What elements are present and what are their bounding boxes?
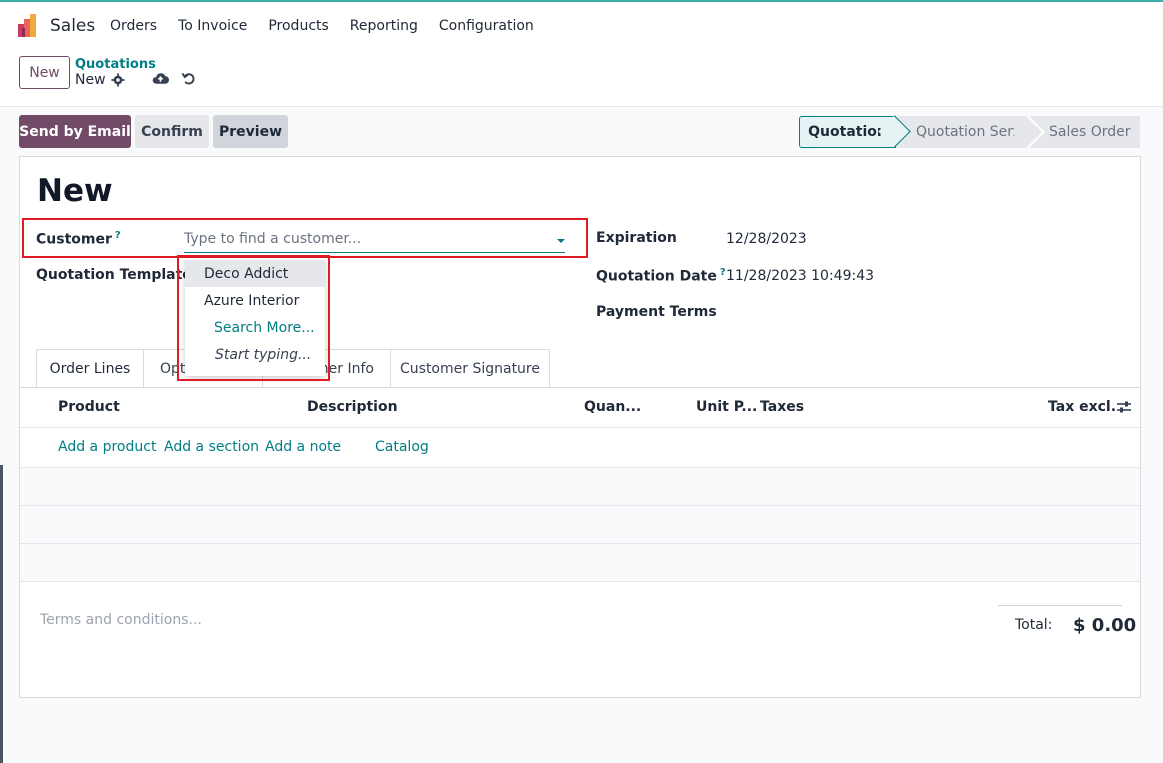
- quotation-date-help-icon[interactable]: ?: [720, 267, 726, 278]
- status-quotation-sent-label: Quotation Sent: [916, 124, 1022, 140]
- col-quantity[interactable]: Quan...: [584, 399, 641, 415]
- send-by-email-button[interactable]: Send by Email: [19, 115, 131, 148]
- quotation-date-label-text: Quotation Date: [596, 268, 717, 285]
- col-description[interactable]: Description: [307, 399, 398, 415]
- col-taxes[interactable]: Taxes: [760, 399, 804, 415]
- status-quotation-label: Quotation: [808, 124, 887, 140]
- total-value: $ 0.00: [1073, 615, 1137, 636]
- empty-row: [20, 505, 1140, 543]
- menu-reporting[interactable]: Reporting: [350, 18, 418, 34]
- col-product[interactable]: Product: [58, 399, 120, 415]
- main-menu: Orders To Invoice Products Reporting Con…: [110, 18, 555, 34]
- tab-order-lines[interactable]: Order Lines: [36, 349, 144, 388]
- dropdown-highlight: [177, 255, 330, 381]
- menu-to-invoice[interactable]: To Invoice: [178, 18, 247, 34]
- expiration-label: Expiration: [596, 230, 677, 246]
- empty-row: [20, 543, 1140, 581]
- confirm-button[interactable]: Confirm: [135, 115, 209, 148]
- app-name[interactable]: Sales: [50, 16, 95, 36]
- sales-app-logo-icon[interactable]: [18, 14, 42, 38]
- preview-button[interactable]: Preview: [213, 115, 288, 148]
- status-quotation-sent[interactable]: Quotation Sent: [896, 116, 1029, 148]
- form-sheet: New Customer? Type to find a customer...…: [19, 156, 1141, 698]
- top-navbar: Sales Orders To Invoice Products Reporti…: [0, 0, 1163, 50]
- expiration-value[interactable]: 12/28/2023: [726, 231, 807, 247]
- col-tax-excl[interactable]: Tax excl.: [1048, 399, 1116, 415]
- new-button[interactable]: New: [19, 56, 70, 89]
- menu-orders[interactable]: Orders: [110, 18, 157, 34]
- optional-columns-icon[interactable]: [1116, 400, 1132, 414]
- header-divider: [20, 427, 1140, 428]
- status-sales-order-label: Sales Order: [1049, 124, 1131, 140]
- record-title: New: [37, 173, 113, 209]
- status-bar: Quotation Quotation Sent Sales Order: [799, 116, 1140, 148]
- control-panel: New Quotations New: [0, 50, 1163, 107]
- quotation-template-label: Quotation Template: [36, 267, 192, 283]
- status-sales-order[interactable]: Sales Order: [1029, 116, 1140, 148]
- add-product-link[interactable]: Add a product: [58, 439, 156, 455]
- catalog-link[interactable]: Catalog: [375, 439, 429, 455]
- menu-configuration[interactable]: Configuration: [439, 18, 534, 34]
- total-divider: [998, 605, 1122, 606]
- table-bottom-divider: [20, 581, 1140, 582]
- add-section-link[interactable]: Add a section: [164, 439, 259, 455]
- payment-terms-label: Payment Terms: [596, 304, 717, 320]
- terms-conditions-field[interactable]: Terms and conditions...: [40, 612, 202, 628]
- col-unit-price[interactable]: Unit P...: [696, 399, 757, 415]
- quotation-date-value[interactable]: 11/28/2023 10:49:43: [726, 268, 874, 284]
- menu-products[interactable]: Products: [268, 18, 328, 34]
- gear-icon[interactable]: [111, 73, 125, 87]
- tab-divider: [20, 387, 1140, 388]
- quotation-date-label: Quotation Date?: [596, 267, 726, 285]
- add-note-link[interactable]: Add a note: [265, 439, 341, 455]
- customer-field-highlight: [22, 218, 588, 258]
- total-label: Total:: [1015, 617, 1053, 633]
- breadcrumb-current: New: [75, 72, 106, 88]
- tab-customer-signature[interactable]: Customer Signature: [390, 349, 550, 388]
- status-quotation[interactable]: Quotation: [799, 116, 896, 148]
- window-edge: [0, 465, 3, 763]
- empty-row: [20, 467, 1140, 505]
- breadcrumb-quotations[interactable]: Quotations: [75, 57, 156, 72]
- cloud-save-icon[interactable]: [152, 71, 169, 86]
- discard-undo-icon[interactable]: [181, 71, 196, 86]
